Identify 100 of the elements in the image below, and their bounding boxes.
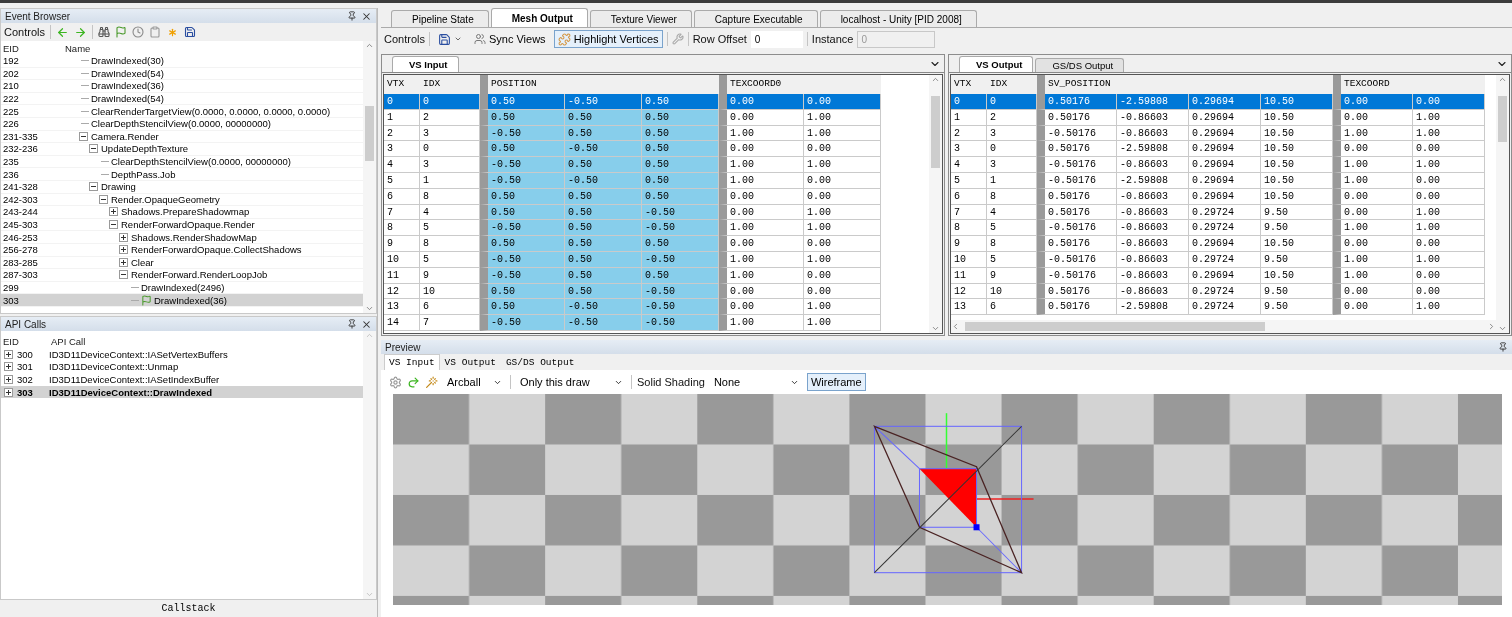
binoculars-icon[interactable] — [97, 26, 110, 38]
column-header: IDX — [420, 75, 480, 94]
preview-tab[interactable]: VS Output — [439, 354, 501, 370]
panel-tab[interactable]: VS Input — [392, 56, 459, 72]
expand-toggle[interactable] — [79, 131, 88, 141]
forward-arrow-icon[interactable] — [73, 25, 87, 39]
scroll-up-icon[interactable] — [931, 75, 940, 84]
event-row[interactable]: 192 DrawIndexed(30) — [1, 55, 363, 68]
scroll-thumb[interactable] — [1498, 95, 1507, 143]
event-row[interactable]: 225 ClearRenderTargetView(0.0000, 0.0000, 0.0000, 0.0000) — [1, 105, 363, 118]
wrench-icon[interactable] — [671, 33, 684, 45]
wireframe-button[interactable]: Wireframe — [806, 373, 866, 391]
expand-toggle[interactable] — [119, 257, 128, 267]
toolbar-label: Controls — [4, 26, 45, 38]
event-row[interactable]: 246-253 Shadows.RenderShadowMap — [1, 231, 363, 244]
main-tab[interactable]: Mesh Output — [490, 8, 588, 27]
scroll-down-icon[interactable] — [365, 590, 374, 599]
scroll-thumb[interactable] — [931, 95, 940, 168]
highlight-vertices-button[interactable]: Highlight Vertices — [553, 30, 663, 48]
table-cell: 0.00 — [719, 141, 804, 158]
callstack-title: Callstack — [160, 602, 217, 616]
back-arrow-icon[interactable] — [55, 25, 69, 39]
expand-toggle[interactable] — [119, 232, 128, 242]
wand-icon[interactable] — [425, 375, 438, 389]
settings-icon[interactable] — [389, 375, 402, 389]
scrollbar[interactable] — [1496, 75, 1509, 333]
scroll-right-icon[interactable] — [1487, 322, 1496, 331]
scroll-down-icon[interactable] — [1498, 324, 1507, 333]
main-tab[interactable]: Pipeline State — [391, 10, 489, 27]
clock-icon[interactable] — [131, 26, 144, 38]
flag-icon[interactable] — [114, 26, 127, 38]
main-tab[interactable]: Capture Executable — [693, 10, 818, 27]
table-cell: 0 — [987, 94, 1037, 110]
close-icon[interactable] — [361, 10, 372, 22]
scrollbar[interactable] — [951, 320, 1496, 333]
clipboard-icon[interactable] — [148, 26, 161, 38]
scroll-down-icon[interactable] — [931, 324, 940, 333]
event-id: 241-328 — [2, 181, 39, 193]
event-row[interactable]: 303 DrawIndexed(36) — [1, 294, 363, 307]
camera-dropdown[interactable]: Arcball — [443, 373, 505, 391]
event-row[interactable]: 210 DrawIndexed(36) — [1, 80, 363, 93]
panel-tab[interactable]: GS/DS Output — [1035, 58, 1125, 72]
event-row[interactable]: 236 DepthPass.Job — [1, 168, 363, 181]
scroll-thumb[interactable] — [965, 322, 1265, 331]
table-cell: 1.00 — [804, 220, 881, 237]
expand-toggle[interactable] — [109, 207, 118, 217]
scroll-up-icon[interactable] — [365, 331, 374, 340]
draw-range-dropdown[interactable]: Only this draw — [516, 373, 626, 391]
expand-toggle[interactable] — [109, 220, 118, 229]
table-cell: 10.50 — [1261, 236, 1333, 252]
table-cell: 3 — [384, 141, 420, 158]
preview-tab[interactable]: GS/DS Output — [500, 354, 580, 370]
scroll-thumb[interactable] — [365, 106, 374, 161]
scrollbar[interactable] — [929, 75, 942, 333]
panel-tab[interactable]: VS Output — [959, 56, 1034, 72]
column-header: API Call — [50, 335, 87, 347]
pin-icon[interactable] — [1498, 342, 1508, 352]
scroll-up-icon[interactable] — [365, 41, 374, 50]
column-header: TEXCOORD — [1333, 75, 1485, 94]
tree-connector — [81, 110, 89, 112]
expand-toggle[interactable] — [89, 182, 98, 192]
expand-toggle[interactable] — [4, 362, 13, 372]
table-cell: 0.00 — [1333, 94, 1413, 110]
event-row[interactable]: 287-303 RenderForward.RenderLoopJob — [1, 269, 363, 282]
scrollbar[interactable] — [363, 41, 376, 313]
shading-dropdown[interactable]: None — [709, 373, 802, 391]
scroll-down-icon[interactable] — [365, 304, 374, 313]
main-tab[interactable]: localhost - Unity [PID 2008] — [819, 10, 977, 27]
table-cell: 5 — [987, 220, 1037, 237]
expand-toggle[interactable] — [119, 245, 128, 255]
pin-icon[interactable] — [347, 319, 357, 329]
event-name: DepthPass.Job — [111, 168, 176, 180]
table-cell: 1.00 — [1413, 220, 1485, 237]
expand-toggle[interactable] — [4, 375, 13, 384]
event-row[interactable]: 243-244 Shadows.PrepareShadowmap — [1, 206, 363, 219]
table-cell: 0.50 — [480, 94, 565, 110]
expand-toggle[interactable] — [119, 270, 128, 280]
scroll-up-icon[interactable] — [1498, 75, 1507, 84]
redo-icon[interactable] — [407, 375, 420, 389]
expand-toggle[interactable] — [89, 144, 98, 154]
table-cell: 0.00 — [719, 299, 804, 316]
expand-toggle[interactable] — [4, 387, 13, 397]
row-offset-field[interactable]: 0 — [750, 30, 803, 48]
table-cell: 1.00 — [804, 299, 881, 316]
scrollbar[interactable] — [363, 331, 376, 599]
pin-icon[interactable] — [347, 11, 357, 21]
table-cell: 0.50 — [480, 236, 565, 252]
table-cell: 0.50 — [480, 141, 565, 158]
expand-toggle[interactable] — [4, 349, 13, 359]
main-tab[interactable]: Texture Viewer — [589, 10, 692, 27]
mesh-preview-drawing[interactable] — [393, 394, 1502, 605]
sync-views-button[interactable]: Sync Views — [469, 30, 550, 48]
save-icon[interactable] — [183, 26, 196, 38]
expand-toggle[interactable] — [99, 194, 108, 204]
table-cell: 7 — [420, 315, 480, 331]
close-icon[interactable] — [361, 318, 372, 330]
scroll-left-icon[interactable] — [951, 322, 960, 331]
event-row[interactable]: 232-236 UpdateDepthTexture — [1, 143, 363, 156]
preview-tab[interactable]: VS Input — [384, 354, 440, 370]
table-cell: -0.50176 — [1037, 220, 1117, 237]
